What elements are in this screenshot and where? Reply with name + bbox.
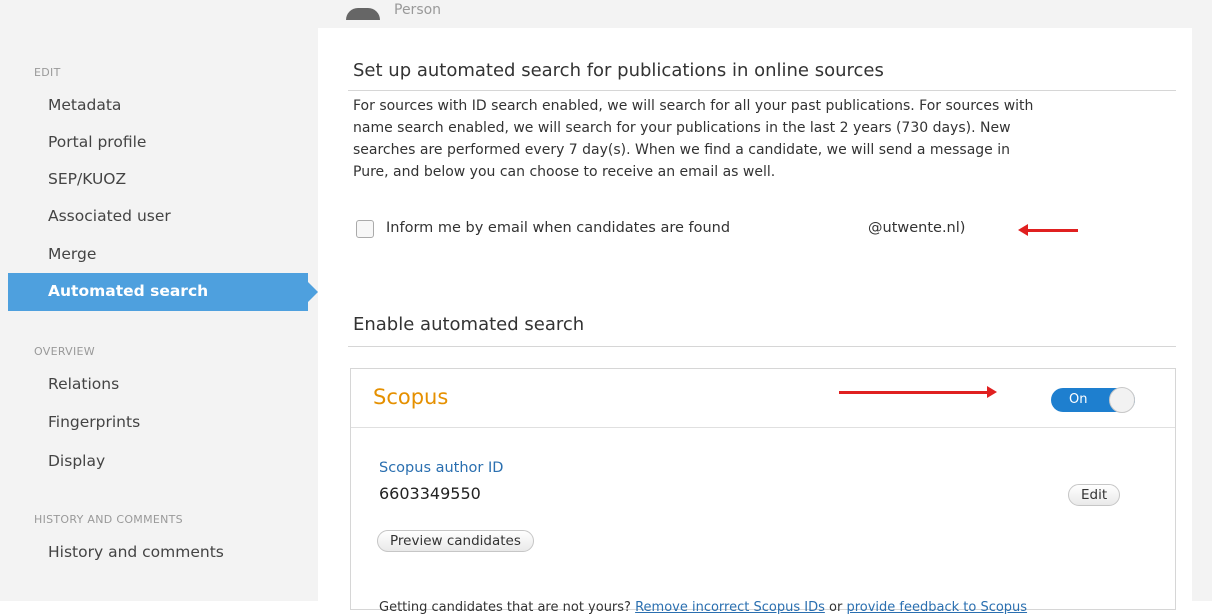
- sidebar-item-sep-kuoz[interactable]: SEP/KUOZ: [48, 170, 126, 188]
- sidebar-item-metadata[interactable]: Metadata: [48, 96, 121, 114]
- scopus-author-id-value: 6603349550: [379, 484, 481, 503]
- top-bar: Person: [0, 0, 1212, 28]
- annotation-arrow-right-icon: [839, 386, 997, 398]
- person-icon: [346, 8, 380, 20]
- email-address: @utwente.nl): [868, 220, 966, 236]
- sidebar-item-merge[interactable]: Merge: [48, 245, 96, 263]
- sidebar-item-automated-search[interactable]: Automated search: [8, 273, 318, 311]
- provide-feedback-link[interactable]: provide feedback to Scopus: [846, 600, 1027, 615]
- setup-divider: [348, 90, 1176, 91]
- toggle-knob: [1109, 387, 1135, 413]
- sidebar-item-portal-profile[interactable]: Portal profile: [48, 133, 146, 151]
- setup-description-line: For sources with ID search enabled, we w…: [353, 98, 1034, 114]
- main-content: Set up automated search for publications…: [318, 28, 1192, 615]
- scopus-toggle[interactable]: On: [1051, 387, 1135, 413]
- sidebar-item-history-and-comments[interactable]: History and comments: [48, 543, 224, 561]
- sidebar-section-overview: OVERVIEW: [34, 345, 95, 358]
- sidebar-item-associated-user[interactable]: Associated user: [48, 207, 171, 225]
- remove-scopus-ids-link[interactable]: Remove incorrect Scopus IDs: [635, 600, 825, 615]
- sidebar: EDIT Metadata Portal profile SEP/KUOZ As…: [0, 28, 318, 601]
- setup-description: For sources with ID search enabled, we w…: [353, 95, 1183, 183]
- edit-button[interactable]: Edit: [1068, 484, 1121, 506]
- scopus-panel: Scopus On Scopus author ID 6603349550 Ed…: [350, 368, 1176, 615]
- scopus-panel-header: Scopus On: [351, 369, 1175, 428]
- sidebar-item-relations[interactable]: Relations: [48, 375, 119, 393]
- note-prefix: Getting candidates that are not yours?: [379, 600, 631, 615]
- enable-title: Enable automated search: [353, 314, 585, 335]
- scopus-feedback-note: Getting candidates that are not yours? R…: [379, 600, 1027, 615]
- setup-description-line: name search enabled, we will search for …: [353, 120, 1011, 136]
- email-notification-label[interactable]: Inform me by email when candidates are f…: [386, 220, 730, 236]
- sidebar-item-label: Automated search: [48, 282, 209, 300]
- sidebar-item-fingerprints[interactable]: Fingerprints: [48, 413, 140, 431]
- note-or: or: [829, 600, 843, 615]
- breadcrumb-person[interactable]: Person: [394, 2, 441, 18]
- preview-candidates-button[interactable]: Preview candidates: [377, 530, 534, 552]
- setup-title: Set up automated search for publications…: [353, 60, 884, 81]
- right-gutter: [1192, 28, 1212, 601]
- sidebar-section-history: HISTORY AND COMMENTS: [34, 513, 183, 526]
- setup-description-line: Pure, and below you can choose to receiv…: [353, 164, 776, 180]
- annotation-arrow-left-icon: [1018, 224, 1078, 236]
- email-notification-checkbox[interactable]: [356, 220, 374, 238]
- scopus-author-id-label: Scopus author ID: [379, 460, 504, 476]
- enable-divider: [348, 346, 1176, 347]
- sidebar-section-edit: EDIT: [34, 66, 61, 79]
- setup-description-line: searches are performed every 7 day(s). W…: [353, 142, 1011, 158]
- sidebar-item-display[interactable]: Display: [48, 452, 105, 470]
- toggle-label: On: [1069, 392, 1088, 407]
- scopus-title: Scopus: [373, 385, 449, 409]
